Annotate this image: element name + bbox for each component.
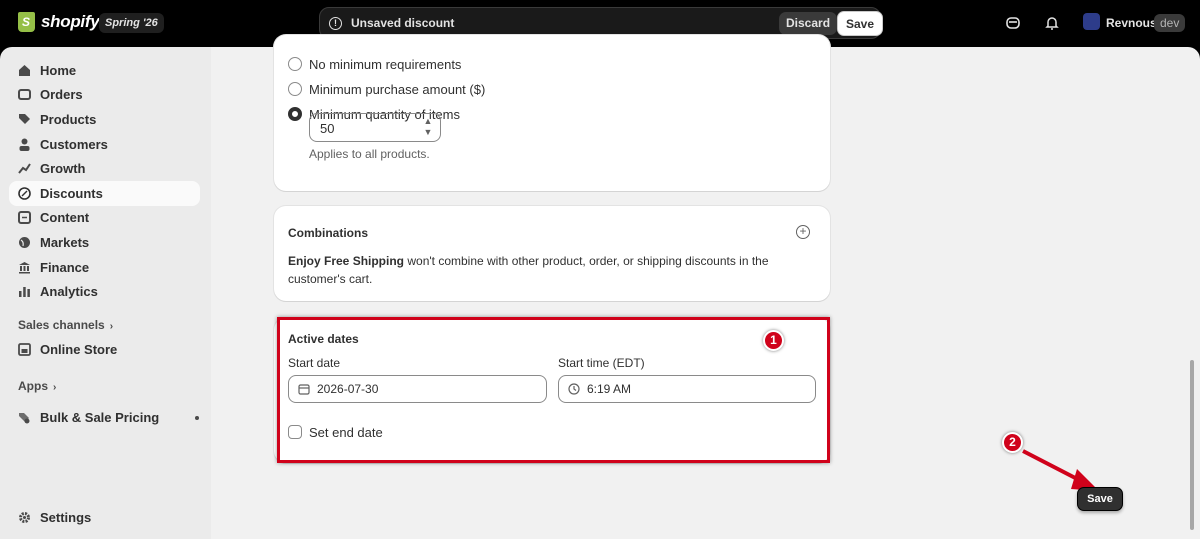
dev-badge: dev [1154,14,1186,32]
sidebar-item-finance[interactable]: Finance [9,255,200,280]
sidebar-item-analytics[interactable]: Analytics [9,279,200,304]
sidebar-item-label: Products [40,112,97,127]
radio-minimum-quantity[interactable] [288,107,302,121]
pin-dot-icon [195,416,199,420]
store-icon [18,343,31,356]
radio-label: Minimum purchase amount ($) [309,82,486,97]
sidebar-item-online-store[interactable]: Online Store [9,337,200,362]
chevron-right-icon: › [109,321,114,332]
plus-circle-icon[interactable]: + [796,225,810,239]
apps-header[interactable]: Apps › [18,379,56,393]
radio-minimum-amount[interactable] [288,82,302,96]
radio-label: No minimum requirements [309,57,462,72]
shopify-bag-icon [18,12,35,32]
sidebar-item-label: Home [40,63,77,78]
globe-icon [19,237,30,248]
sidebar-item-settings[interactable]: Settings [9,505,200,530]
sidebar-item-discounts[interactable]: Discounts [9,181,200,206]
sidebar-item-label: Bulk & Sale Pricing [40,410,160,425]
sidebar-item-label: Discounts [40,186,103,201]
unsaved-text: Unsaved discount [351,16,455,30]
discard-button[interactable]: Discard [779,12,838,35]
sidebar-item-label: Analytics [40,284,98,299]
quantity-stepper[interactable]: 50 ▲ ▼ [309,113,441,142]
app-tag-icon [19,413,30,424]
sales-channels-header[interactable]: Sales channels › [18,318,113,332]
save-button[interactable]: Save [837,11,884,36]
discount-icon [18,187,31,200]
sidebar-item-label: Markets [40,235,90,250]
chevron-up-icon[interactable]: ▲ [421,116,435,127]
stepper-arrows[interactable]: ▲ ▼ [421,116,435,139]
sidebar-item-label: Online Store [40,342,118,357]
person-icon [19,138,30,151]
sidebar-item-label: Content [40,210,90,225]
sidebar-item-growth[interactable]: Growth [9,156,200,181]
scrollbar[interactable] [1190,360,1194,530]
bar-chart-icon [19,287,30,297]
alert-circle-icon: ! [329,17,342,30]
discount-name: Enjoy Free Shipping [288,254,405,268]
quantity-value: 50 [320,121,335,136]
combinations-title: Combinations [288,226,368,240]
store-avatar[interactable] [1083,13,1100,30]
home-icon [19,65,30,76]
sidebar-item-label: Settings [40,510,92,525]
save-button-highlighted[interactable]: Save [1077,487,1123,511]
combinations-card: Combinations + Enjoy Free Shipping won't… [274,206,830,301]
sidebar-item-content[interactable]: Content [9,205,200,230]
orders-icon [18,89,31,100]
shopify-logo[interactable]: shopify [18,12,100,32]
sidebar-item-label: Finance [40,260,90,275]
sidebar-item-label: Growth [40,161,86,176]
sidebar-item-markets[interactable]: Markets [9,230,200,255]
store-name[interactable]: Revnous [1106,16,1157,30]
minimum-requirements-card: No minimum requirements Minimum purchase… [274,35,830,191]
tag-icon [19,114,30,124]
chevron-right-icon: › [53,382,57,393]
chevron-down-icon[interactable]: ▼ [421,127,435,138]
bell-icon[interactable] [1043,14,1061,32]
sidebar-item-orders[interactable]: Orders [9,82,200,107]
apps-label: Apps [18,379,48,393]
content-icon [18,211,31,224]
help-text: Applies to all products. [309,147,430,161]
sidebar-item-label: Orders [40,87,83,102]
step-badge-1: 1 [763,330,784,351]
sidebar-item-home[interactable]: Home [9,58,200,83]
growth-icon [18,163,31,174]
sidekick-icon[interactable] [1004,14,1022,32]
radio-no-minimum[interactable] [288,57,302,71]
sales-channels-label: Sales channels [18,318,105,332]
annotation-highlight-box [277,317,830,463]
sidebar-item-customers[interactable]: Customers [9,132,200,157]
sidebar: Home Orders Products Customers Growth Di… [0,47,211,539]
combinations-description: Enjoy Free Shipping won't combine with o… [288,252,788,288]
gear-icon [19,512,30,523]
sidebar-item-bulk-sale-pricing[interactable]: Bulk & Sale Pricing [9,405,200,430]
logo-text: shopify [41,12,100,31]
version-badge[interactable]: Spring '26 [99,13,164,33]
sidebar-item-label: Customers [40,137,108,152]
sidebar-item-products[interactable]: Products [9,107,200,132]
bank-icon [19,262,30,274]
